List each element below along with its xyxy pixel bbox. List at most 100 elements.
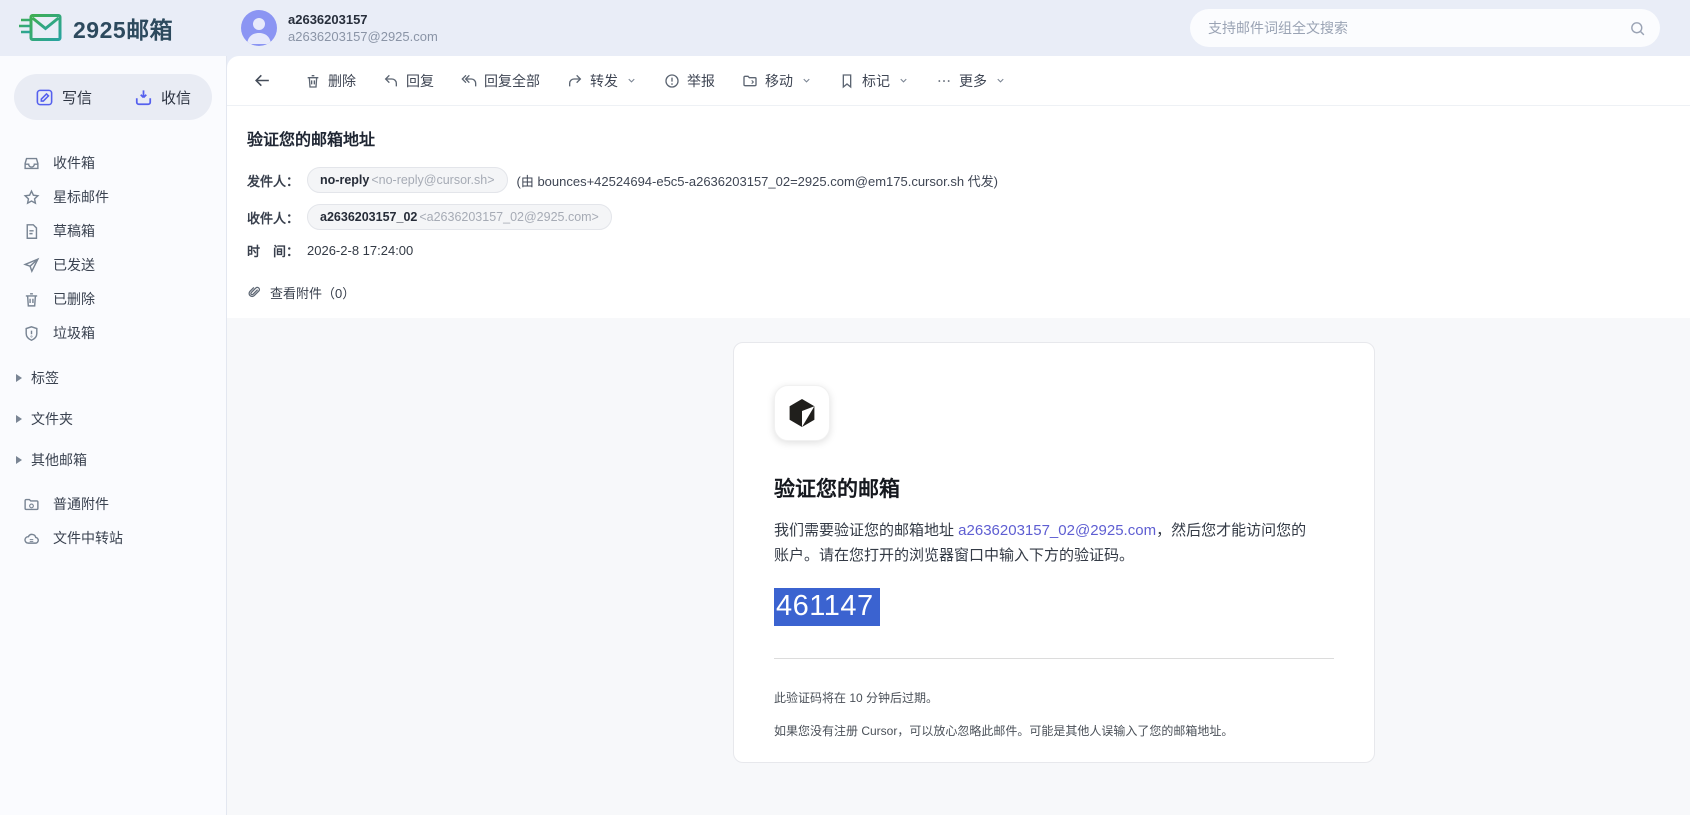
sidebar-item-label: 垃圾箱 xyxy=(53,325,95,341)
compose-group: 写信 收信 xyxy=(14,74,212,120)
time-value: 2026-2-8 17:24:00 xyxy=(307,243,414,258)
paragraph-text-before: 我们需要验证您的邮箱地址 xyxy=(774,522,959,539)
receive-label: 收信 xyxy=(160,89,191,107)
sidebar-item-deleted[interactable]: 已删除 xyxy=(14,282,212,316)
sidebar-group-folders[interactable]: 文件夹 xyxy=(14,398,212,439)
document-icon xyxy=(23,223,40,240)
shield-exclamation-icon xyxy=(23,325,40,342)
more-button[interactable]: 更多 xyxy=(936,71,1006,91)
time-label: 时 间： xyxy=(247,244,300,259)
report-button[interactable]: 举报 xyxy=(664,71,715,91)
from-address: <no-reply@cursor.sh> xyxy=(371,173,495,187)
sidebar-item-inbox[interactable]: 收件箱 xyxy=(14,146,212,180)
top-bar: 2925邮箱 a2636203157 a2636203157@2925.com xyxy=(0,0,1690,56)
sidebar-item-file-transfer[interactable]: 文件中转站 xyxy=(14,521,212,555)
sidebar-group-labels[interactable]: 标签 xyxy=(14,357,212,398)
mail-subject: 验证您的邮箱地址 xyxy=(247,132,376,149)
disclaimer-note: 如果您没有注册 Cursor，可以放心忽略此邮件。可能是其他人误输入了您的邮箱地… xyxy=(774,724,1234,738)
sidebar-item-drafts[interactable]: 草稿箱 xyxy=(14,214,212,248)
receive-tray-icon xyxy=(134,88,153,107)
time-row: 时 间： 2026-2-8 17:24:00 xyxy=(247,241,1690,260)
trash-icon xyxy=(305,73,321,89)
forward-button[interactable]: 转发 xyxy=(567,71,637,91)
back-button[interactable] xyxy=(253,71,272,90)
sidebar-item-starred[interactable]: 星标邮件 xyxy=(14,180,212,214)
paperclip-icon xyxy=(247,285,262,300)
delete-button[interactable]: 删除 xyxy=(305,71,356,91)
report-label: 举报 xyxy=(687,72,715,89)
body-row: 写信 收信 收件箱 星标邮件 草稿箱 已发送 已删除 垃圾箱 标签 文件夹 其他… xyxy=(0,56,1690,815)
search-icon[interactable] xyxy=(1629,20,1646,37)
chevron-down-icon xyxy=(626,75,637,86)
sidebar-item-attachments[interactable]: 普通附件 xyxy=(14,487,212,521)
mail-logo-icon xyxy=(18,11,64,45)
folder-move-icon xyxy=(742,73,758,89)
email-title: 验证您的邮箱 xyxy=(774,478,900,501)
account-text: a2636203157 a2636203157@2925.com xyxy=(288,11,438,45)
avatar xyxy=(241,10,277,46)
trash-icon xyxy=(23,291,40,308)
sidebar-item-label: 文件中转站 xyxy=(53,530,123,546)
compose-label: 写信 xyxy=(61,89,92,107)
forward-label: 转发 xyxy=(590,72,618,89)
reply-label: 回复 xyxy=(406,72,434,89)
cursor-logo xyxy=(774,385,830,441)
sidebar-group-label: 其他邮箱 xyxy=(31,451,87,468)
to-contact-pill[interactable]: a2636203157_02 <a2636203157_02@2925.com> xyxy=(307,204,612,230)
brand-text: 2925邮箱 xyxy=(73,17,174,43)
to-address: <a2636203157_02@2925.com> xyxy=(419,210,599,224)
mail-header-fields: 发件人： no-reply <no-reply@cursor.sh> (由 bo… xyxy=(227,150,1690,260)
chevron-right-icon xyxy=(16,455,22,464)
email-address-link[interactable]: a2636203157_02@2925.com xyxy=(958,522,1156,539)
reply-all-button[interactable]: 回复全部 xyxy=(461,71,540,91)
sidebar-item-sent[interactable]: 已发送 xyxy=(14,248,212,282)
to-name: a2636203157_02 xyxy=(320,210,418,224)
from-row: 发件人： no-reply <no-reply@cursor.sh> (由 bo… xyxy=(247,167,1690,193)
brand-logo[interactable]: 2925邮箱 xyxy=(0,11,227,45)
reply-button[interactable]: 回复 xyxy=(383,71,434,91)
sidebar-group-other-mailboxes[interactable]: 其他邮箱 xyxy=(14,439,212,480)
chevron-right-icon xyxy=(16,414,22,423)
sidebar-group-label: 文件夹 xyxy=(31,410,73,427)
verification-code[interactable]: 461147 xyxy=(774,588,880,626)
account-email: a2636203157@2925.com xyxy=(288,29,438,44)
sidebar-item-label: 普通附件 xyxy=(53,496,109,512)
receive-button[interactable]: 收信 xyxy=(113,87,212,108)
report-icon xyxy=(664,73,680,89)
account-name: a2636203157 xyxy=(288,12,368,27)
expiry-note: 此验证码将在 10 分钟后过期。 xyxy=(774,691,939,705)
sidebar-item-label: 星标邮件 xyxy=(53,189,109,205)
from-via: (由 bounces+42524694-e5c5-a2636203157_02=… xyxy=(516,173,999,189)
cloud-transfer-icon xyxy=(23,530,40,547)
chevron-right-icon xyxy=(16,373,22,382)
move-label: 移动 xyxy=(765,72,793,89)
from-name: no-reply xyxy=(320,173,370,187)
mail-toolbar: 删除 回复 回复全部 转发 举报 移动 标记 更多 xyxy=(227,56,1690,106)
mark-button[interactable]: 标记 xyxy=(839,71,909,91)
search-bar[interactable] xyxy=(1190,9,1660,47)
sidebar-item-label: 已发送 xyxy=(53,257,95,273)
divider xyxy=(774,658,1334,659)
sidebar-item-label: 已删除 xyxy=(53,291,95,307)
reply-all-icon xyxy=(461,73,477,89)
paper-plane-icon xyxy=(23,257,40,274)
sidebar-item-spam[interactable]: 垃圾箱 xyxy=(14,316,212,350)
account-info[interactable]: a2636203157 a2636203157@2925.com xyxy=(241,10,438,46)
email-paragraph: 我们需要验证您的邮箱地址 a2636203157_02@2925.com，然后您… xyxy=(774,518,1308,568)
from-label: 发件人： xyxy=(247,173,300,189)
sidebar-item-label: 草稿箱 xyxy=(53,223,95,239)
sidebar-group-label: 标签 xyxy=(31,369,59,386)
chevron-down-icon xyxy=(801,75,812,86)
view-attachments-button[interactable]: 查看附件（0） xyxy=(227,260,1690,318)
from-contact-pill[interactable]: no-reply <no-reply@cursor.sh> xyxy=(307,167,508,193)
bookmark-icon xyxy=(839,73,855,89)
view-attachments-label: 查看附件（0） xyxy=(270,286,356,301)
mark-label: 标记 xyxy=(862,72,890,89)
more-label: 更多 xyxy=(959,72,987,89)
compose-button[interactable]: 写信 xyxy=(14,87,113,108)
search-input[interactable] xyxy=(1208,20,1629,36)
reply-icon xyxy=(383,73,399,89)
move-button[interactable]: 移动 xyxy=(742,71,812,91)
sidebar-item-label: 收件箱 xyxy=(53,155,95,171)
to-row: 收件人： a2636203157_02 <a2636203157_02@2925… xyxy=(247,204,1690,230)
